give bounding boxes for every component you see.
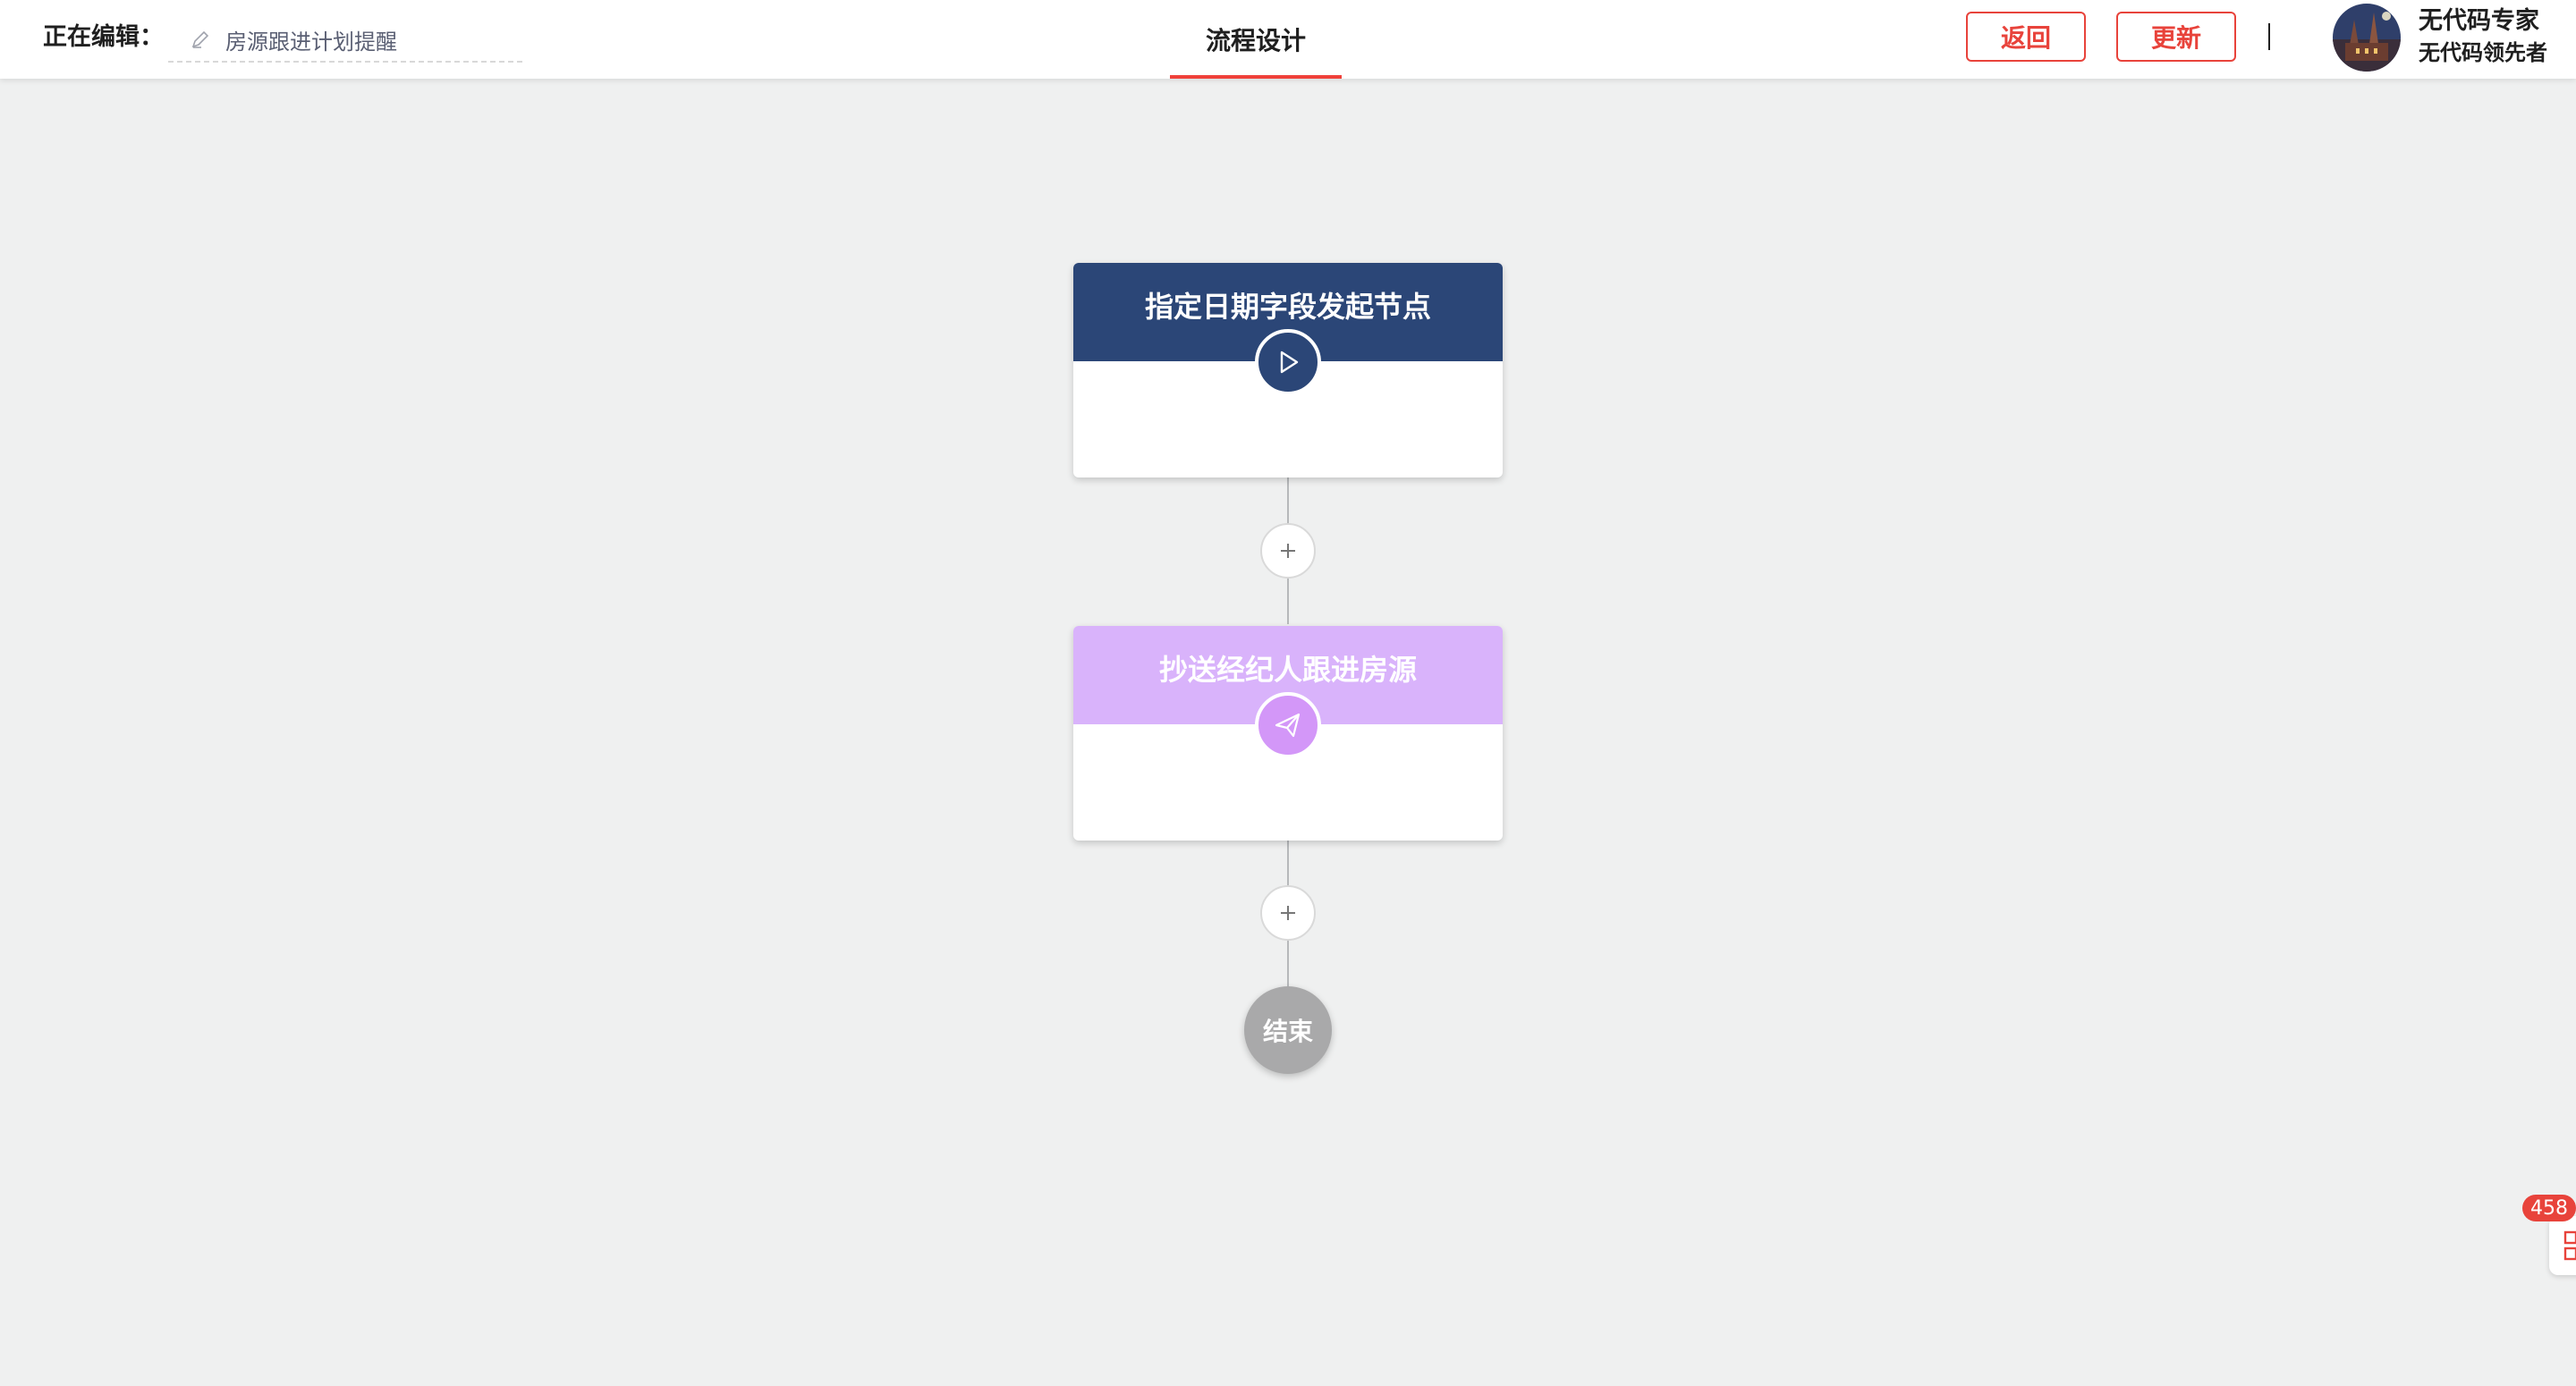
end-node-label: 结束 bbox=[1262, 1017, 1313, 1046]
top-bar: 正在编辑： 房源跟进计划提醒 流程设计 返回 更新 无代码专家 无代码领先者 bbox=[0, 0, 2576, 79]
workflow-name-text: 房源跟进计划提醒 bbox=[225, 29, 397, 55]
add-node-button[interactable] bbox=[1260, 523, 1316, 579]
update-button[interactable]: 更新 bbox=[2116, 12, 2236, 62]
notification-badge: 458 bbox=[2522, 1195, 2576, 1221]
pencil-icon bbox=[186, 25, 215, 54]
editing-label: 正在编辑： bbox=[43, 23, 164, 51]
user-subtitle: 无代码领先者 bbox=[2419, 40, 2547, 65]
cc-node[interactable]: 抄送经纪人跟进房源 bbox=[1073, 626, 1503, 841]
avatar[interactable] bbox=[2333, 4, 2401, 72]
play-icon bbox=[1255, 329, 1321, 395]
workflow-name-field[interactable]: 房源跟进计划提醒 bbox=[168, 18, 522, 63]
grid-icon[interactable] bbox=[2563, 1229, 2576, 1268]
back-button[interactable]: 返回 bbox=[1966, 12, 2086, 62]
add-node-button[interactable] bbox=[1260, 885, 1316, 941]
trigger-node[interactable]: 指定日期字段发起节点 bbox=[1073, 263, 1503, 477]
user-name: 无代码专家 bbox=[2419, 7, 2539, 35]
end-node: 结束 bbox=[1244, 986, 1332, 1074]
tab-flow-design[interactable]: 流程设计 bbox=[1170, 0, 1342, 79]
header-divider bbox=[2268, 23, 2270, 50]
send-icon bbox=[1255, 692, 1321, 758]
